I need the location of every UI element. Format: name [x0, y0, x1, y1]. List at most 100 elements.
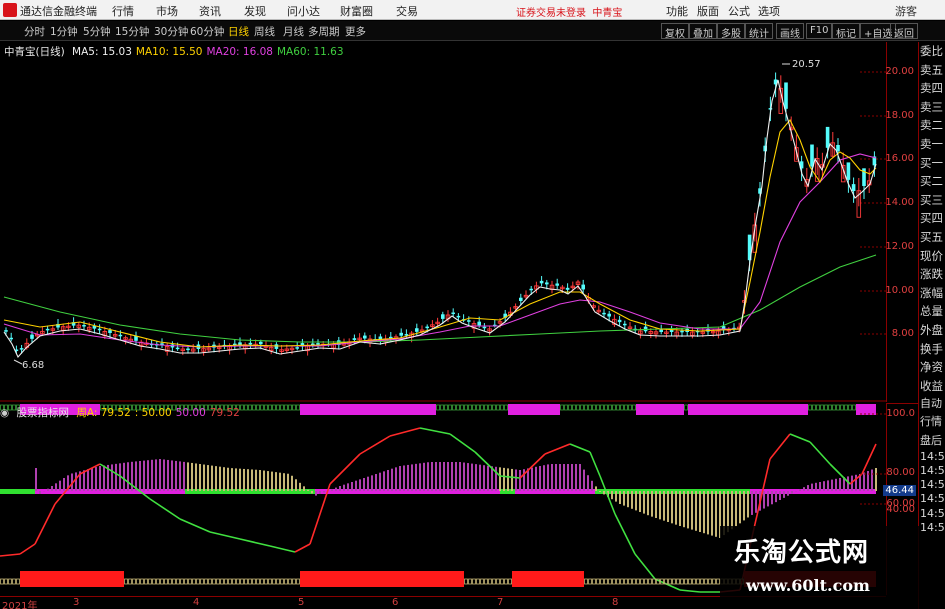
side-panel-item[interactable]: 买三: [919, 191, 945, 210]
signal-block: [452, 571, 456, 587]
menu-item[interactable]: 问小达: [287, 3, 320, 19]
candle-body: [851, 184, 856, 191]
login-notice[interactable]: 证券交易未登录 中青宝: [516, 4, 622, 19]
title-bar: 通达信金融终端 行情 市场 资讯 发现 问小达 财富圈 交易 证券交易未登录 中青宝 功能版…: [0, 0, 945, 20]
ma-value: MA20: 16.08: [206, 46, 273, 58]
signal-block: [68, 571, 72, 587]
toolbar-button[interactable]: F10: [806, 23, 833, 39]
signal-block: [540, 571, 544, 587]
signal-block: [32, 571, 36, 587]
signal-block: [120, 571, 124, 587]
side-panel-item[interactable]: 现价: [919, 247, 945, 266]
side-panel-item[interactable]: 买一: [919, 154, 945, 173]
signal-block: [416, 571, 420, 587]
candle-body: [836, 144, 840, 152]
side-panel-item[interactable]: 盘后: [919, 432, 945, 450]
indicator-name[interactable]: 股票指标网: [17, 407, 70, 419]
signal-block: [340, 571, 344, 587]
side-panel-item[interactable]: 14:50: [919, 521, 945, 535]
side-panel-item[interactable]: 换手: [919, 340, 945, 359]
toolbar-button[interactable]: 多股: [717, 23, 745, 40]
side-panel-item[interactable]: 14:50: [919, 464, 945, 478]
center-band: [35, 489, 185, 494]
candle-body: [45, 328, 50, 331]
period-tab[interactable]: 60分钟: [190, 24, 224, 39]
candle-body: [415, 328, 419, 332]
side-panel-item[interactable]: 净资: [919, 358, 945, 377]
app-logo-icon: [3, 3, 17, 17]
side-panel-item[interactable]: 涨跌: [919, 265, 945, 284]
signal-block: [352, 571, 356, 587]
candle-body: [545, 282, 549, 285]
period-tab[interactable]: 周线: [254, 24, 275, 39]
candle-body: [186, 348, 190, 351]
candle-body: [607, 313, 611, 317]
side-panel-item[interactable]: 卖四: [919, 79, 945, 98]
side-panel-item[interactable]: 委比: [919, 42, 945, 61]
period-tab[interactable]: 30分钟: [154, 24, 188, 39]
side-panel-item[interactable]: 卖一: [919, 135, 945, 154]
period-tab[interactable]: 5分钟: [83, 24, 111, 39]
side-panel-item[interactable]: 14:50: [919, 492, 945, 506]
guest-label[interactable]: 游客: [895, 3, 917, 19]
side-panel-item[interactable]: 买二: [919, 172, 945, 191]
side-panel-item[interactable]: 卖二: [919, 116, 945, 135]
period-tab[interactable]: 更多: [345, 24, 366, 39]
toolbar-button[interactable]: 复权: [661, 23, 689, 40]
side-panel-item[interactable]: 买四: [919, 209, 945, 228]
menu-item[interactable]: 交易: [396, 3, 418, 19]
kline-chart[interactable]: 20.57 6.68: [0, 42, 886, 402]
toolbar-button[interactable]: 标记: [832, 23, 860, 40]
signal-block: [544, 571, 548, 587]
side-panel-item[interactable]: 14:50: [919, 450, 945, 464]
toolbar-button[interactable]: 返回: [890, 23, 918, 40]
date-tick: 7: [497, 597, 504, 608]
side-panel-item[interactable]: 14:50: [919, 478, 945, 492]
menu-item[interactable]: 发现: [244, 3, 266, 19]
toolbar-button[interactable]: 统计: [745, 23, 773, 40]
tool-menu-item[interactable]: 公式: [728, 3, 750, 19]
side-panel-item[interactable]: 收益: [919, 377, 945, 396]
side-panel-item[interactable]: 外盘: [919, 321, 945, 340]
toolbar-button[interactable]: 叠加: [689, 23, 717, 40]
candle-body: [482, 326, 487, 329]
tool-menu-item[interactable]: 版面: [697, 3, 719, 19]
signal-block: [564, 571, 568, 587]
tool-menu-item[interactable]: 功能: [666, 3, 688, 19]
price-tick: 8.00: [891, 328, 914, 339]
indicator-settings-icon[interactable]: ◉: [0, 407, 9, 419]
signal-block: [40, 571, 44, 587]
side-panel-item[interactable]: 涨幅: [919, 284, 945, 303]
signal-block: [116, 571, 120, 587]
menu-item[interactable]: 资讯: [199, 3, 221, 19]
indicator-value: 周A: 79.52: [76, 407, 131, 419]
side-panel-item[interactable]: 买五: [919, 228, 945, 247]
side-panel-item[interactable]: 卖三: [919, 98, 945, 117]
candle-body: [274, 344, 279, 349]
signal-block: [560, 571, 564, 587]
period-tab[interactable]: 1分钟: [50, 24, 78, 39]
signal-block: [96, 571, 100, 587]
period-tab[interactable]: 多周期: [308, 24, 340, 39]
side-panel-item[interactable]: 行情: [919, 413, 945, 431]
quote-side-panel: 委比 卖五 卖四 卖三 卖二 卖一 买一 买二 买三 买四 买五 现价 涨跌 涨幅 总量 外盘 换手 净资 收益 自动…: [918, 42, 945, 609]
period-tab[interactable]: 日线: [228, 24, 249, 39]
menu-item[interactable]: 行情: [112, 3, 134, 19]
candle-body: [846, 162, 851, 180]
price-tick: 12.00: [885, 241, 914, 252]
signal-block: [396, 571, 400, 587]
period-tab[interactable]: 15分钟: [115, 24, 149, 39]
side-panel-item[interactable]: 总量: [919, 302, 945, 321]
period-tab[interactable]: 分时: [24, 24, 45, 39]
menu-item[interactable]: 财富圈: [340, 3, 373, 19]
toolbar-button[interactable]: 画线: [776, 23, 804, 40]
menu-item[interactable]: 市场: [156, 3, 178, 19]
side-panel-item[interactable]: 自动: [919, 395, 945, 413]
side-panel-item[interactable]: 卖五: [919, 61, 945, 80]
tool-menu-item[interactable]: 选项: [758, 3, 780, 19]
side-panel-item[interactable]: 14:50: [919, 507, 945, 521]
signal-block: [376, 571, 380, 587]
signal-block: [368, 571, 372, 587]
candle-body: [9, 337, 13, 340]
period-tab[interactable]: 月线: [283, 24, 304, 39]
